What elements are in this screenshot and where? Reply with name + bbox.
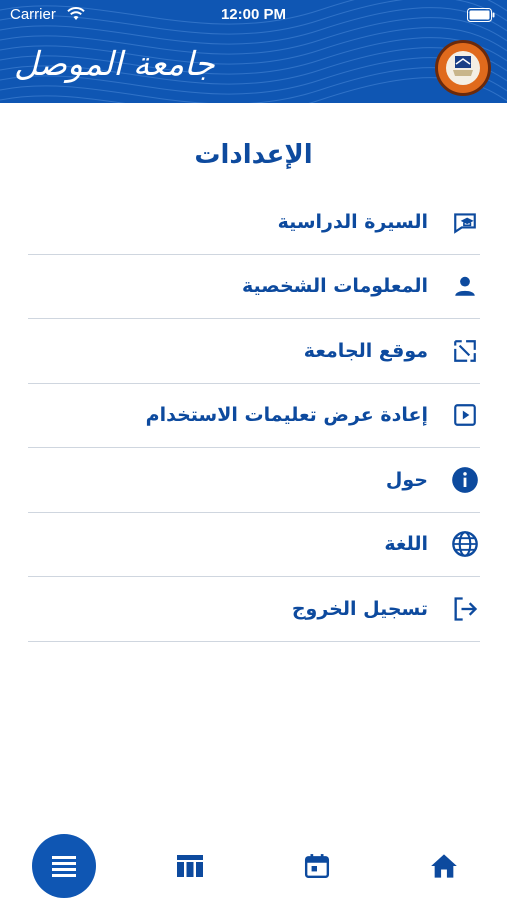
menu-item-logout[interactable]: تسجيل الخروج (28, 577, 480, 642)
globe-icon (450, 529, 480, 559)
menu-item-academic-record[interactable]: السيرة الدراسية (28, 190, 480, 255)
menu-item-label: موقع الجامعة (303, 339, 428, 362)
menu-item-label: اللغة (384, 533, 428, 556)
external-link-icon (450, 336, 480, 366)
tab-calendar[interactable] (285, 834, 349, 898)
tab-menu[interactable] (32, 834, 96, 898)
menu-item-replay-tutorial[interactable]: إعادة عرض تعليمات الاستخدام (28, 384, 480, 448)
menu-item-label: إعادة عرض تعليمات الاستخدام (145, 404, 428, 427)
calendar-icon (304, 854, 330, 879)
university-logo (435, 40, 491, 96)
app-header: Carrier 12:00 PM جامعة الموصل (0, 0, 507, 103)
tab-bar (0, 826, 507, 900)
table-icon (177, 855, 203, 877)
settings-menu: السيرة الدراسية المعلومات الشخصية موقع ا… (28, 190, 480, 642)
status-bar: Carrier 12:00 PM (0, 0, 507, 32)
list-icon (52, 856, 76, 877)
battery-icon (467, 8, 495, 22)
menu-item-university-website[interactable]: موقع الجامعة (28, 319, 480, 384)
page-title: الإعدادات (194, 140, 313, 170)
menu-item-label: المعلومات الشخصية (241, 275, 428, 298)
logout-icon (450, 594, 480, 624)
person-icon (450, 271, 480, 301)
status-time: 12:00 PM (220, 6, 287, 23)
home-icon (431, 854, 457, 878)
play-icon (450, 400, 480, 430)
graduation-cap-icon (450, 207, 480, 237)
info-icon (450, 465, 480, 495)
menu-item-personal-info[interactable]: المعلومات الشخصية (28, 255, 480, 319)
tab-table[interactable] (158, 834, 222, 898)
menu-item-label: تسجيل الخروج (291, 597, 428, 620)
tab-home[interactable] (412, 834, 476, 898)
menu-item-about[interactable]: حول (28, 448, 480, 513)
menu-item-language[interactable]: اللغة (28, 513, 480, 577)
university-name: جامعة الموصل (14, 44, 216, 83)
menu-item-label: حول (385, 468, 428, 491)
menu-item-label: السيرة الدراسية (277, 210, 428, 233)
